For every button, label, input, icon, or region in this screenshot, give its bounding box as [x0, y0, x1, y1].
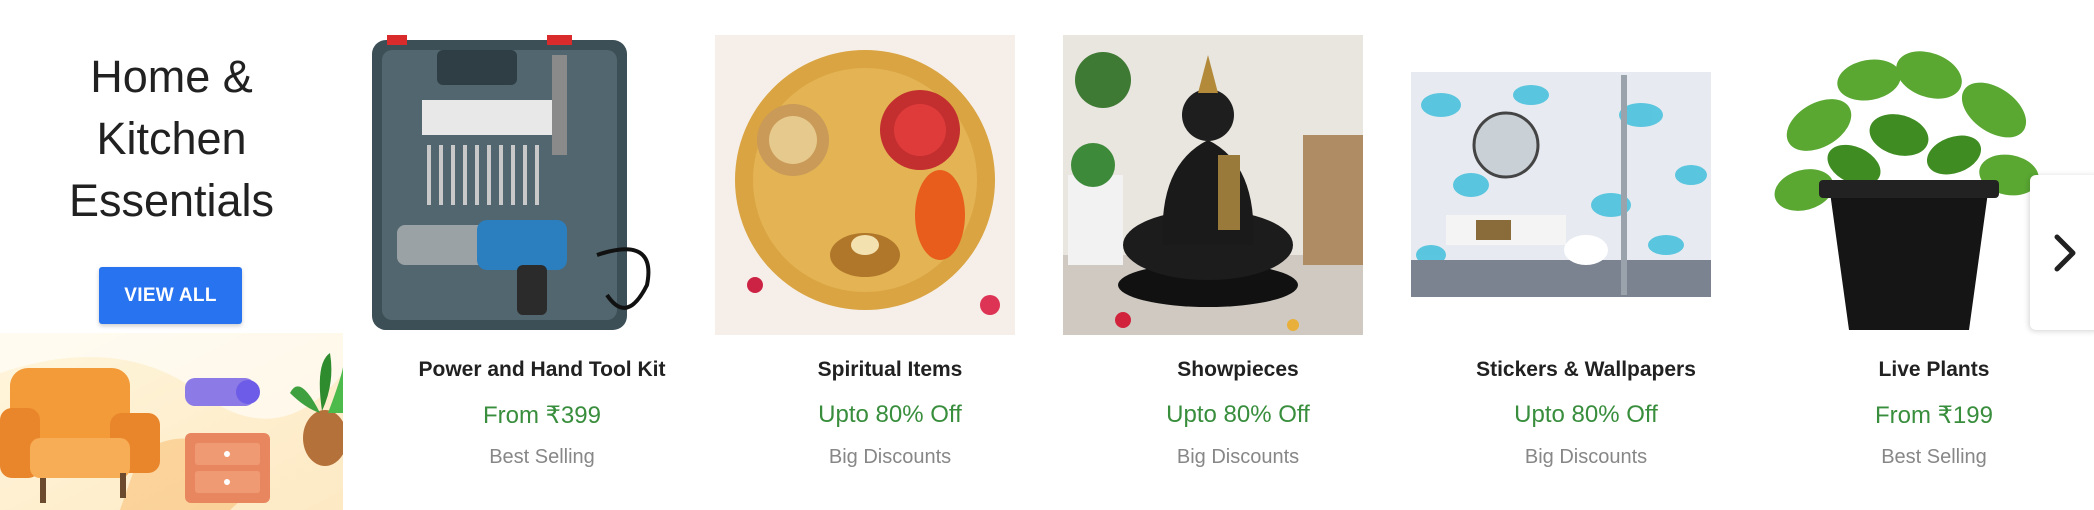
- section-title: Home & Kitchen Essentials: [68, 51, 275, 226]
- stickers-wallpapers-image: [1411, 35, 1711, 335]
- product-card-spiritual-items[interactable]: Spiritual Items Upto 80% Off Big Discoun…: [715, 0, 1063, 510]
- showpieces-image: [1063, 35, 1363, 335]
- product-tag: Best Selling: [1881, 446, 1987, 468]
- power-tool-kit-image: [367, 35, 667, 335]
- product-name: Live Plants: [1878, 358, 1990, 381]
- spiritual-items-image: [715, 35, 1015, 335]
- live-plants-image: [1759, 35, 2059, 335]
- home-kitchen-banner-illustration: [0, 333, 343, 510]
- view-all-button[interactable]: VIEW ALL: [99, 267, 242, 324]
- section-header-panel: Home & Kitchen Essentials VIEW ALL: [0, 0, 343, 510]
- product-card-power-tool-kit[interactable]: Power and Hand Tool Kit From ₹399 Best S…: [367, 0, 715, 510]
- product-offer: From ₹199: [1875, 402, 1993, 429]
- chevron-right-icon: [2054, 234, 2076, 271]
- product-card-showpieces[interactable]: Showpieces Upto 80% Off Big Discounts: [1063, 0, 1411, 510]
- carousel-next-button[interactable]: [2030, 175, 2094, 330]
- product-card-stickers-wallpapers[interactable]: Stickers & Wallpapers Upto 80% Off Big D…: [1411, 0, 1759, 510]
